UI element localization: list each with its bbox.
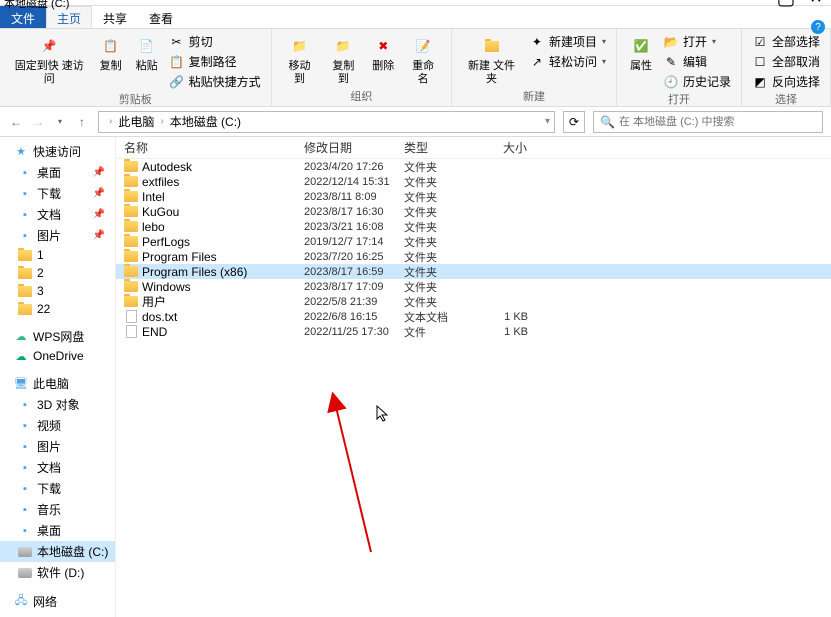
sidebar-item[interactable]: ▪文档 (0, 457, 115, 478)
selectnone-button[interactable]: ☐全部取消 (750, 52, 822, 71)
sidebar-item[interactable]: ▪图片 (0, 436, 115, 457)
col-type[interactable]: 类型 (396, 139, 476, 156)
sidebar-item[interactable]: ▪图片📌 (0, 225, 115, 246)
file-row[interactable]: extfiles2022/12/14 15:31文件夹 (116, 174, 831, 189)
sidebar-item[interactable]: ▪下载 (0, 478, 115, 499)
group-new: 新建 文件夹 ✦新建项目▾ ↗轻松访问▾ 新建 (452, 29, 617, 106)
group-label-new: 新建 (523, 88, 545, 106)
rename-button[interactable]: 📝重命名 (403, 32, 443, 88)
close-button[interactable]: × (801, 0, 831, 10)
sidebar-item[interactable]: 22 (0, 300, 115, 318)
sidebar-item[interactable]: ▪下载📌 (0, 183, 115, 204)
content-pane: 名称 修改日期 类型 大小 Autodesk2023/4/20 17:26文件夹… (116, 137, 831, 617)
edit-button[interactable]: ✎编辑 (661, 52, 733, 71)
recent-dropdown[interactable]: ▾ (52, 114, 68, 130)
sidebar-quick[interactable]: ★快速访问 (0, 141, 115, 162)
file-row[interactable]: dos.txt2022/6/8 16:15文本文档1 KB (116, 309, 831, 324)
tab-share[interactable]: 共享 (92, 6, 138, 28)
group-organize: 📁移动到 📁复制到 ✖删除 📝重命名 组织 (272, 29, 452, 106)
easy-button[interactable]: ↗轻松访问▾ (527, 52, 608, 71)
file-row[interactable]: END2022/11/25 17:30文件1 KB (116, 324, 831, 339)
pin-button[interactable]: 📌固定到快 速访问 (8, 32, 91, 88)
sidebar-item[interactable]: ▪桌面📌 (0, 162, 115, 183)
title-bar: 本地磁盘 (C:) (0, 0, 831, 6)
tab-view[interactable]: 查看 (138, 6, 184, 28)
file-row[interactable]: Autodesk2023/4/20 17:26文件夹 (116, 159, 831, 174)
sidebar-item[interactable]: ▪桌面 (0, 520, 115, 541)
moveto-button[interactable]: 📁移动到 (280, 32, 320, 88)
file-row[interactable]: Windows2023/8/17 17:09文件夹 (116, 279, 831, 294)
column-headers: 名称 修改日期 类型 大小 (116, 137, 831, 159)
maximize-button[interactable]: ▢ (771, 0, 801, 10)
paste-button[interactable]: 📄粘贴 (131, 32, 163, 75)
file-row[interactable]: KuGou2023/8/17 16:30文件夹 (116, 204, 831, 219)
copy-button[interactable]: 📋复制 (95, 32, 127, 75)
sidebar-item[interactable]: 本地磁盘 (C:) (0, 541, 115, 562)
sidebar: ★快速访问 ▪桌面📌▪下载📌▪文档📌▪图片📌 12322 ☁WPS网盘 ☁One… (0, 137, 116, 617)
annotation-arrow (221, 302, 381, 562)
search-box[interactable]: 🔍 (593, 111, 823, 133)
help-icon[interactable]: ? (811, 20, 825, 34)
sidebar-item[interactable]: 1 (0, 246, 115, 264)
up-button[interactable]: ↑ (74, 114, 90, 130)
cursor-icon (376, 405, 390, 423)
sidebar-item[interactable]: 2 (0, 264, 115, 282)
group-select: ☑全部选择 ☐全部取消 ◩反向选择 选择 (742, 29, 831, 106)
back-button[interactable]: ← (8, 114, 24, 130)
sidebar-network[interactable]: 🖧网络 (0, 591, 115, 612)
address-bar: ← → ▾ ↑ › 此电脑 › 本地磁盘 (C:) ▾ ⟳ 🔍 (0, 107, 831, 137)
window-controls: − ▢ × (741, 0, 831, 10)
selectall-button[interactable]: ☑全部选择 (750, 32, 822, 51)
breadcrumb[interactable]: › 此电脑 › 本地磁盘 (C:) ▾ (98, 111, 555, 133)
file-row[interactable]: Program Files2023/7/20 16:25文件夹 (116, 249, 831, 264)
refresh-button[interactable]: ⟳ (563, 111, 585, 133)
group-label-open: 打开 (668, 91, 690, 109)
sidebar-item[interactable]: 软件 (D:) (0, 562, 115, 583)
file-row[interactable]: Intel2023/8/11 8:09文件夹 (116, 189, 831, 204)
sidebar-item[interactable]: ▪3D 对象 (0, 394, 115, 415)
delete-button[interactable]: ✖删除 (367, 32, 399, 75)
group-label-select: 选择 (775, 91, 797, 109)
file-row[interactable]: lebo2023/3/21 16:08文件夹 (116, 219, 831, 234)
sidebar-item[interactable]: ▪文档📌 (0, 204, 115, 225)
col-date[interactable]: 修改日期 (296, 139, 396, 156)
open-button[interactable]: 📂打开▾ (661, 32, 733, 51)
sidebar-wps[interactable]: ☁WPS网盘 (0, 326, 115, 347)
newitem-button[interactable]: ✦新建项目▾ (527, 32, 608, 51)
col-name[interactable]: 名称 (116, 139, 296, 156)
search-icon: 🔍 (600, 115, 615, 129)
sidebar-item[interactable]: ▪音乐 (0, 499, 115, 520)
ribbon-tabs: 文件 主页 共享 查看 (0, 6, 831, 29)
crumb-drive[interactable]: 本地磁盘 (C:) (170, 113, 241, 130)
group-open: ✅属性 📂打开▾ ✎编辑 🕘历史记录 打开 (617, 29, 742, 106)
ribbon: 📌固定到快 速访问 📋复制 📄粘贴 ✂剪切 📋复制路径 🔗粘贴快捷方式 剪贴板 … (0, 29, 831, 107)
sidebar-onedrive[interactable]: ☁OneDrive (0, 347, 115, 365)
search-field[interactable] (619, 116, 816, 128)
props-button[interactable]: ✅属性 (625, 32, 657, 75)
window-title: 本地磁盘 (C:) (4, 0, 69, 11)
sidebar-item[interactable]: ▪视频 (0, 415, 115, 436)
crumb-pc[interactable]: 此电脑 (118, 113, 154, 130)
invert-button[interactable]: ◩反向选择 (750, 72, 822, 91)
file-row[interactable]: Program Files (x86)2023/8/17 16:59文件夹 (116, 264, 831, 279)
copypath-button[interactable]: 📋复制路径 (167, 52, 263, 71)
group-label-clipboard: 剪贴板 (119, 91, 152, 109)
file-row[interactable]: 用户2022/5/8 21:39文件夹 (116, 294, 831, 309)
group-label-organize: 组织 (350, 88, 372, 106)
forward-button[interactable]: → (30, 114, 46, 130)
history-button[interactable]: 🕘历史记录 (661, 72, 733, 91)
sidebar-item[interactable]: 3 (0, 282, 115, 300)
col-size[interactable]: 大小 (476, 139, 536, 156)
minimize-button[interactable]: − (741, 0, 771, 10)
cut-button[interactable]: ✂剪切 (167, 32, 263, 51)
paste-shortcut-button[interactable]: 🔗粘贴快捷方式 (167, 72, 263, 91)
file-list: Autodesk2023/4/20 17:26文件夹extfiles2022/1… (116, 159, 831, 339)
sidebar-pc[interactable]: 🖥此电脑 (0, 373, 115, 394)
newfolder-button[interactable]: 新建 文件夹 (460, 32, 523, 88)
group-clipboard: 📌固定到快 速访问 📋复制 📄粘贴 ✂剪切 📋复制路径 🔗粘贴快捷方式 剪贴板 (0, 29, 272, 106)
file-row[interactable]: PerfLogs2019/12/7 17:14文件夹 (116, 234, 831, 249)
copyto-button[interactable]: 📁复制到 (323, 32, 363, 88)
